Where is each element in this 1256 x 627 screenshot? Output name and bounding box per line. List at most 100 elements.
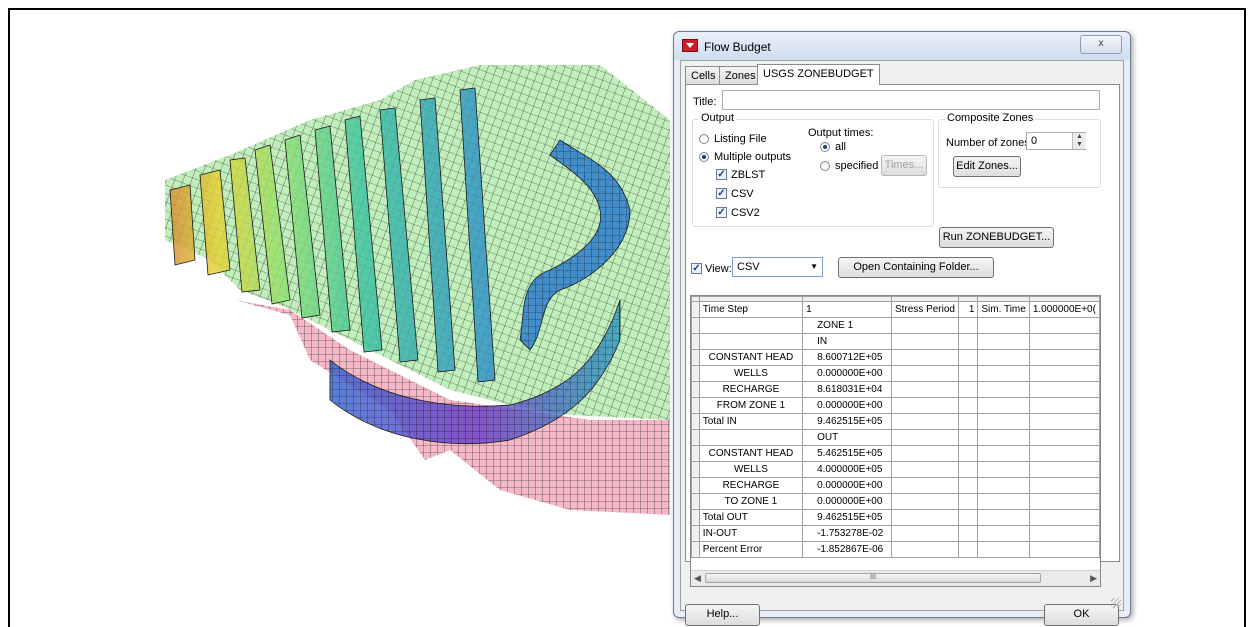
row-header[interactable] xyxy=(691,461,700,478)
table-row[interactable]: FROM ZONE 1 0.000000E+00 xyxy=(691,397,1100,414)
scroll-left-icon[interactable]: ◀ xyxy=(694,573,701,584)
table-cell[interactable] xyxy=(890,429,959,446)
zones-spinner[interactable]: ▲ ▼ xyxy=(1072,133,1086,149)
edit-zones-button[interactable]: Edit Zones... xyxy=(953,156,1021,177)
table-cell[interactable] xyxy=(890,413,959,430)
table-cell[interactable]: Sim. Time xyxy=(977,301,1030,318)
view-select[interactable]: CSV ▼ xyxy=(732,257,823,277)
scrollbar-thumb[interactable]: III xyxy=(705,573,1041,583)
table-cell[interactable] xyxy=(1028,317,1100,334)
row-header[interactable] xyxy=(691,413,700,430)
table-cell[interactable] xyxy=(1028,381,1100,398)
table-cell[interactable]: IN xyxy=(802,333,892,350)
table-cell[interactable]: Time Step xyxy=(698,301,804,318)
table-cell[interactable] xyxy=(1028,477,1100,494)
table-cell[interactable] xyxy=(977,493,1030,510)
table-cell[interactable]: 4.000000E+05 xyxy=(802,461,892,478)
table-row[interactable]: Percent Error -1.852867E-06 xyxy=(691,541,1100,558)
table-cell[interactable] xyxy=(1028,525,1100,542)
table-cell[interactable] xyxy=(957,413,979,430)
table-cell[interactable]: RECHARGE xyxy=(698,381,804,398)
row-header[interactable] xyxy=(691,301,700,318)
table-cell[interactable]: 0.000000E+00 xyxy=(802,477,892,494)
row-header[interactable] xyxy=(691,525,700,542)
table-cell[interactable]: Total IN xyxy=(698,413,804,430)
table-cell[interactable] xyxy=(957,429,979,446)
table-cell[interactable] xyxy=(1028,333,1100,350)
table-cell[interactable]: 8.618031E+04 xyxy=(802,381,892,398)
table-cell[interactable] xyxy=(957,541,979,558)
table-cell[interactable] xyxy=(890,493,959,510)
times-specified-radio[interactable] xyxy=(820,161,830,171)
table-cell[interactable]: 1 xyxy=(802,301,892,318)
table-cell[interactable]: 9.462515E+05 xyxy=(802,509,892,526)
csv-checkbox[interactable]: ✓ xyxy=(716,188,727,199)
table-cell[interactable] xyxy=(1028,493,1100,510)
row-header[interactable] xyxy=(691,493,700,510)
table-cell[interactable] xyxy=(890,477,959,494)
table-cell[interactable]: -1.852867E-06 xyxy=(802,541,892,558)
table-cell[interactable]: 1 xyxy=(957,301,979,318)
table-row[interactable]: Time Step 1 Stress Period 1 Sim. Time 1.00000… xyxy=(691,301,1100,318)
table-cell[interactable] xyxy=(890,445,959,462)
table-cell[interactable] xyxy=(1028,365,1100,382)
table-cell[interactable]: FROM ZONE 1 xyxy=(698,397,804,414)
scroll-right-icon[interactable]: ▶ xyxy=(1090,573,1097,584)
table-cell[interactable] xyxy=(977,381,1030,398)
zonebudget-results-grid[interactable]: Time Step 1 Stress Period 1 Sim. Time 1.00000… xyxy=(690,295,1101,587)
table-cell[interactable] xyxy=(977,445,1030,462)
table-cell[interactable] xyxy=(977,461,1030,478)
table-row[interactable]: RECHARGE 0.000000E+00 xyxy=(691,477,1100,494)
table-cell[interactable] xyxy=(957,365,979,382)
table-cell[interactable] xyxy=(977,525,1030,542)
table-cell[interactable]: 0.000000E+00 xyxy=(802,365,892,382)
table-row[interactable]: TO ZONE 1 0.000000E+00 xyxy=(691,493,1100,510)
table-cell[interactable] xyxy=(977,349,1030,366)
table-row[interactable]: WELLS 4.000000E+05 xyxy=(691,461,1100,478)
table-cell[interactable] xyxy=(1028,413,1100,430)
table-cell[interactable]: 8.600712E+05 xyxy=(802,349,892,366)
table-row[interactable]: Total IN 9.462515E+05 xyxy=(691,413,1100,430)
view-checkbox[interactable]: ✓ xyxy=(691,263,702,274)
row-header[interactable] xyxy=(691,381,700,398)
table-cell[interactable] xyxy=(977,397,1030,414)
close-button[interactable]: x xyxy=(1080,35,1122,54)
table-cell[interactable] xyxy=(957,461,979,478)
table-cell[interactable] xyxy=(957,509,979,526)
csv2-checkbox[interactable]: ✓ xyxy=(716,207,727,218)
row-header[interactable] xyxy=(691,477,700,494)
table-cell[interactable] xyxy=(957,397,979,414)
table-cell[interactable] xyxy=(977,477,1030,494)
run-zonebudget-button[interactable]: Run ZONEBUDGET... xyxy=(939,227,1054,248)
table-cell[interactable] xyxy=(957,349,979,366)
table-cell[interactable]: 9.462515E+05 xyxy=(802,413,892,430)
table-row[interactable]: IN-OUT -1.753278E-02 xyxy=(691,525,1100,542)
table-cell[interactable] xyxy=(890,317,959,334)
table-cell[interactable] xyxy=(890,541,959,558)
row-header[interactable] xyxy=(691,509,700,526)
table-cell[interactable]: ZONE 1 xyxy=(802,317,892,334)
table-row[interactable]: WELLS 0.000000E+00 xyxy=(691,365,1100,382)
row-header[interactable] xyxy=(691,397,700,414)
table-cell[interactable] xyxy=(890,397,959,414)
table-row[interactable]: CONSTANT HEAD 5.462515E+05 xyxy=(691,445,1100,462)
row-header[interactable] xyxy=(691,445,700,462)
table-cell[interactable] xyxy=(977,365,1030,382)
multiple-outputs-radio[interactable] xyxy=(699,152,709,162)
table-cell[interactable]: RECHARGE xyxy=(698,477,804,494)
table-cell[interactable] xyxy=(1028,509,1100,526)
table-cell[interactable]: 0.000000E+00 xyxy=(802,397,892,414)
tab-cells[interactable]: Cells xyxy=(685,66,722,84)
help-button[interactable]: Help... xyxy=(685,604,760,626)
open-containing-folder-button[interactable]: Open Containing Folder... xyxy=(838,257,994,278)
table-cell[interactable] xyxy=(1028,461,1100,478)
table-cell[interactable] xyxy=(957,477,979,494)
tab-zones[interactable]: Zones xyxy=(719,66,762,84)
table-cell[interactable] xyxy=(1028,397,1100,414)
table-cell[interactable] xyxy=(957,317,979,334)
table-cell[interactable]: Total OUT xyxy=(698,509,804,526)
row-header[interactable] xyxy=(691,365,700,382)
table-cell[interactable] xyxy=(957,381,979,398)
table-cell[interactable] xyxy=(977,509,1030,526)
table-cell[interactable] xyxy=(977,541,1030,558)
